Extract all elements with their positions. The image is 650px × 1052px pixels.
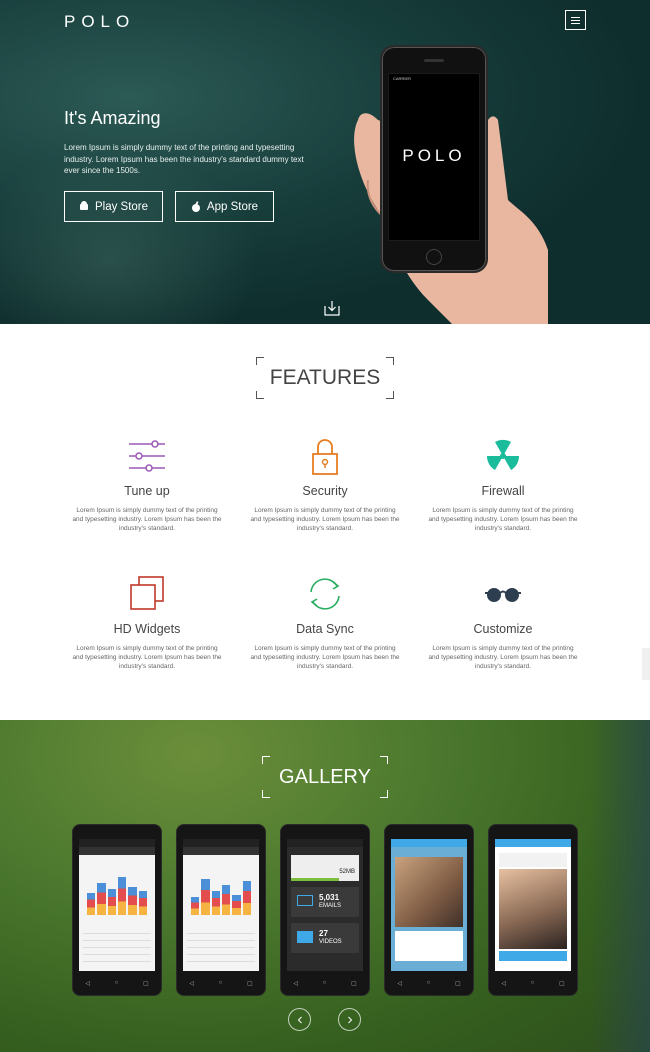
features-title: FEATURES bbox=[256, 357, 394, 399]
hero-section: POLO It's Amazing Lorem Ipsum is simply … bbox=[0, 0, 650, 324]
feature-name: Data Sync bbox=[296, 622, 354, 636]
radiation-icon bbox=[486, 439, 520, 470]
chevron-right-icon bbox=[347, 1016, 352, 1023]
glasses-icon bbox=[485, 588, 521, 602]
feature-tune-up: Tune up Lorem Ipsum is simply dummy text… bbox=[72, 436, 222, 533]
android-icon bbox=[79, 201, 88, 210]
gallery-screen bbox=[495, 839, 571, 971]
feature-data-sync: Data Sync Lorem Ipsum is simply dummy te… bbox=[250, 574, 400, 671]
gallery-phone[interactable]: ◁ ○ ▢ bbox=[72, 824, 162, 996]
phone-brand: POLO bbox=[402, 146, 466, 165]
feature-security: Security Lorem Ipsum is simply dummy tex… bbox=[250, 436, 400, 533]
gallery-section: GALLERY ◁ ○ ▢ ◁ ○ ▢ 52MB 5,031 EMAILS 27… bbox=[0, 720, 650, 1052]
phone-status: CARRIER bbox=[393, 76, 412, 81]
feature-firewall: Firewall Lorem Ipsum is simply dummy tex… bbox=[428, 436, 578, 533]
app-store-label: App Store bbox=[206, 200, 259, 213]
feature-desc: Lorem Ipsum is simply dummy text of the … bbox=[250, 507, 400, 532]
feature-desc: Lorem Ipsum is simply dummy text of the … bbox=[250, 645, 400, 670]
apple-icon bbox=[191, 201, 200, 212]
lock-icon bbox=[312, 439, 338, 475]
gallery-screen bbox=[391, 839, 467, 971]
gallery-chart bbox=[87, 875, 147, 915]
gallery-photo bbox=[395, 857, 463, 927]
phone-screen: CARRIER POLO bbox=[388, 73, 480, 241]
gallery-screen: 52MB 5,031 EMAILS 27 VIDEOS bbox=[287, 839, 363, 971]
app-store-button[interactable]: App Store bbox=[175, 191, 274, 222]
hero-text: Lorem Ipsum is simply dummy text of the … bbox=[64, 143, 304, 175]
gallery-phone[interactable]: ◁ ○ ▢ bbox=[176, 824, 266, 996]
sync-icon bbox=[310, 578, 340, 610]
play-store-label: Play Store bbox=[94, 200, 149, 213]
logo[interactable]: POLO bbox=[64, 12, 135, 32]
feature-customize: Customize Lorem Ipsum is simply dummy te… bbox=[428, 574, 578, 671]
hamburger-icon bbox=[571, 16, 580, 18]
chevron-left-icon bbox=[297, 1016, 302, 1023]
widgets-icon bbox=[130, 576, 164, 610]
gallery-phone[interactable]: ◁ ○ ▢ bbox=[384, 824, 474, 996]
side-tab[interactable] bbox=[642, 648, 650, 680]
hero-title: It's Amazing bbox=[64, 108, 161, 128]
hero-phone: CARRIER POLO bbox=[380, 45, 488, 273]
download-icon[interactable] bbox=[324, 300, 340, 316]
feature-name: HD Widgets bbox=[113, 622, 181, 636]
gallery-next-button[interactable] bbox=[338, 1008, 361, 1031]
feature-desc: Lorem Ipsum is simply dummy text of the … bbox=[72, 507, 222, 532]
gallery-chart bbox=[191, 875, 251, 915]
gallery-phone[interactable]: 52MB 5,031 EMAILS 27 VIDEOS ◁ ○ ▢ bbox=[280, 824, 370, 996]
gallery-prev-button[interactable] bbox=[288, 1008, 311, 1031]
gallery-title: GALLERY bbox=[262, 756, 388, 798]
play-store-button[interactable]: Play Store bbox=[64, 191, 163, 222]
feature-desc: Lorem Ipsum is simply dummy text of the … bbox=[428, 507, 578, 532]
gallery-screen bbox=[183, 839, 259, 971]
feature-name: Security bbox=[302, 484, 348, 498]
feature-name: Customize bbox=[473, 622, 533, 636]
feature-name: Firewall bbox=[481, 484, 525, 498]
menu-button[interactable] bbox=[565, 10, 586, 30]
gallery-phone[interactable]: ◁ ○ ▢ bbox=[488, 824, 578, 996]
sliders-icon bbox=[129, 440, 165, 472]
feature-desc: Lorem Ipsum is simply dummy text of the … bbox=[72, 645, 222, 670]
feature-name: Tune up bbox=[124, 484, 170, 498]
feature-desc: Lorem Ipsum is simply dummy text of the … bbox=[428, 645, 578, 670]
gallery-photo bbox=[499, 869, 567, 949]
feature-hd-widgets: HD Widgets Lorem Ipsum is simply dummy t… bbox=[72, 574, 222, 671]
home-button bbox=[426, 249, 442, 265]
gallery-screen bbox=[79, 839, 155, 971]
